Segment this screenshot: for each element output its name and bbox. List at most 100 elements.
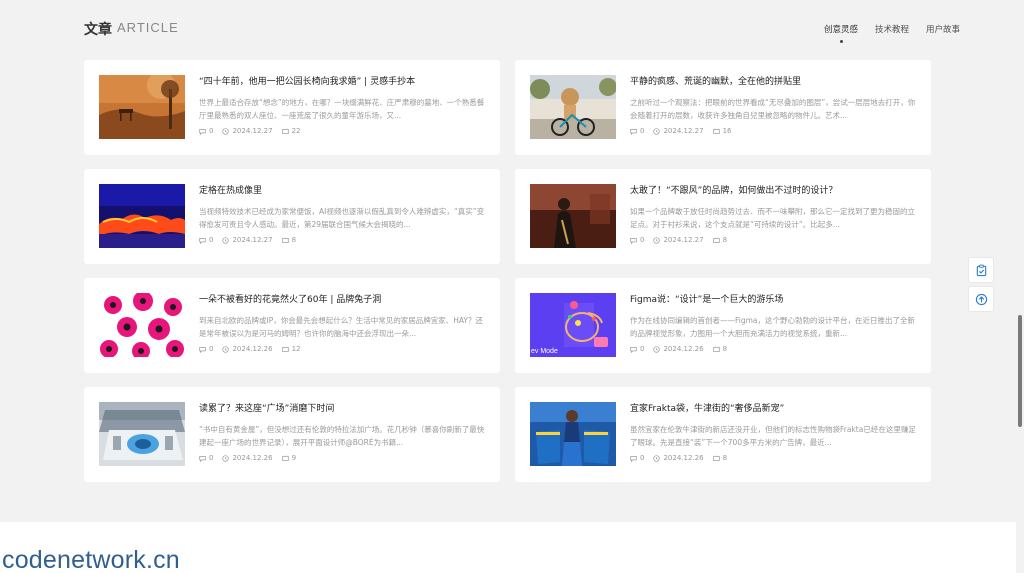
article-card[interactable]: 一朵不被看好的花竟然火了60年 | 品牌兔子洞 到来自北欧的品牌或IP，你会最先… [84,278,500,373]
comment-count: 0 [640,236,645,244]
vertical-scrollbar[interactable] [1016,0,1024,573]
comment-icon [630,237,637,244]
article-meta: 0 2024.12.27 8 [630,236,727,244]
article-excerpt: 当视频特效技术已经成为家常便饭，AI视频也逐渐以假乱真到令人难辨虚实，“真实”变… [199,207,485,229]
article-title[interactable]: 太敢了！“不跟风”的品牌，如何做出不过时的设计？ [630,183,920,196]
article-meta: 0 2024.12.27 22 [199,127,300,135]
article-thumbnail[interactable] [530,402,616,466]
views-icon [712,128,720,134]
article-title[interactable]: 定格在热成像里 [199,183,489,196]
comment-count: 0 [640,345,645,353]
view-count: 8 [722,236,728,244]
comment-icon [199,346,206,353]
views-icon [281,237,289,243]
article-thumbnail[interactable] [99,184,185,248]
tab-tech-tutorials[interactable]: 技术教程 [875,23,909,35]
publish-date: 2024.12.27 [232,236,273,244]
article-meta: 0 2024.12.27 16 [630,127,731,135]
clock-icon [653,127,661,135]
comment-icon [199,237,206,244]
publish-date: 2024.12.26 [232,345,273,353]
article-excerpt: 之前听过一个观察法：把眼前的世界看成“无尽叠加的图层”，尝试一层层地去打开，你会… [630,98,916,120]
article-title[interactable]: 读累了？来这座“广场”消磨下时间 [199,401,489,414]
clipboard-icon [976,264,986,276]
view-count: 8 [722,345,728,353]
publish-date: 2024.12.26 [232,454,273,462]
views-icon [281,455,289,461]
article-meta: 0 2024.12.26 8 [630,454,727,462]
views-icon [712,455,720,461]
article-title[interactable]: “四十年前，他用一把公园长椅向我求婚” | 灵感手抄本 [199,74,489,87]
comment-icon [630,455,637,462]
arrow-up-icon [975,293,987,305]
clock-icon [222,236,230,244]
article-card[interactable]: 宜家Frakta袋，牛津街的“奢侈品新宠” 虽然宜家在伦敦牛津街的新店还没开业，… [515,387,931,482]
thumbnail-caption: ev Mode [531,348,558,355]
comment-icon [199,128,206,135]
clock-icon [222,345,230,353]
article-thumbnail[interactable] [99,75,185,139]
publish-date: 2024.12.27 [663,127,704,135]
article-excerpt: 如果一个品牌敢于放任时尚趋势过去、而不一味攀附，那么它一定找到了更为稳固的立足点… [630,207,915,229]
section-title: 文章 [84,22,112,38]
article-thumbnail[interactable] [99,293,185,357]
article-meta: 0 2024.12.26 8 [630,345,727,353]
article-thumbnail[interactable] [530,75,616,139]
article-meta: 0 2024.12.27 8 [199,236,296,244]
article-meta: 0 2024.12.26 9 [199,454,296,462]
view-count: 16 [722,127,732,135]
article-card[interactable]: 读累了？来这座“广场”消磨下时间 “书中自有黄金屋”，但没想过还有伦敦的特拉法加… [84,387,500,482]
article-excerpt: 虽然宜家在伦敦牛津街的新店还没开业，但他们的标志性购物袋Frakta已经在这里赚… [630,425,916,447]
comment-count: 0 [640,127,645,135]
article-title[interactable]: 一朵不被看好的花竟然火了60年 | 品牌兔子洞 [199,292,489,305]
tab-user-stories[interactable]: 用户故事 [926,23,960,35]
views-icon [281,346,289,352]
site-watermark: codenetwork.cn [2,546,180,573]
comment-count: 0 [209,454,214,462]
back-to-top-button[interactable] [968,286,994,312]
view-count: 9 [291,454,297,462]
publish-date: 2024.12.26 [663,454,704,462]
article-meta: 0 2024.12.26 12 [199,345,300,353]
article-title[interactable]: 平静的疯感、荒诞的幽默，全在他的拼贴里 [630,74,920,87]
clock-icon [653,236,661,244]
view-count: 12 [291,345,301,353]
article-title[interactable]: 宜家Frakta袋，牛津街的“奢侈品新宠” [630,401,920,414]
article-card[interactable]: 太敢了！“不跟风”的品牌，如何做出不过时的设计？ 如果一个品牌敢于放任时尚趋势过… [515,169,931,264]
publish-date: 2024.12.27 [232,127,273,135]
comment-icon [199,455,206,462]
comment-icon [630,346,637,353]
comment-count: 0 [209,127,214,135]
publish-date: 2024.12.26 [663,345,704,353]
article-title[interactable]: Figma说：“设计”是一个巨大的游乐场 [630,292,920,305]
view-count: 8 [722,454,728,462]
tab-creative-inspiration[interactable]: 创意灵感 [824,23,858,43]
clipboard-button[interactable] [968,257,994,283]
comment-count: 0 [209,236,214,244]
views-icon [712,346,720,352]
article-thumbnail[interactable] [530,184,616,248]
article-excerpt: 世界上最适合存放“想念”的地方，在哪？一块缀满鲜花、庄严肃穆的墓地、一个熟悉餐厅… [199,98,485,120]
article-excerpt: 到来自北欧的品牌或IP，你会最先会想起什么？生活中常见的家居品牌宜家、HAY？还… [199,316,484,338]
article-excerpt: “书中自有黄金屋”，但没想过还有伦敦的特拉法加广场。花几秒钟（慕喜你刷新了最快建… [199,425,485,447]
views-icon [281,128,289,134]
clock-icon [653,454,661,462]
article-card[interactable]: 定格在热成像里 当视频特效技术已经成为家常便饭，AI视频也逐渐以假乱真到令人难辨… [84,169,500,264]
comment-count: 0 [209,345,214,353]
category-tabs: 创意灵感 技术教程 用户故事 [824,23,960,43]
article-card[interactable]: “四十年前，他用一把公园长椅向我求婚” | 灵感手抄本 世界上最适合存放“想念”… [84,60,500,155]
comment-icon [630,128,637,135]
article-card[interactable]: ev Mode Figma说：“设计”是一个巨大的游乐场 作为在线协同编辑的首创… [515,278,931,373]
view-count: 8 [291,236,297,244]
section-header: 文章 ARTICLE 创意灵感 技术教程 用户故事 [84,18,960,43]
scrollbar-thumb[interactable] [1018,315,1022,427]
article-card[interactable]: 平静的疯感、荒诞的幽默，全在他的拼贴里 之前听过一个观察法：把眼前的世界看成“无… [515,60,931,155]
comment-count: 0 [640,454,645,462]
view-count: 22 [291,127,301,135]
clock-icon [222,127,230,135]
clock-icon [222,454,230,462]
views-icon [712,237,720,243]
article-thumbnail[interactable]: ev Mode [530,293,616,357]
article-excerpt: 作为在线协同编辑的首创者——Figma，这个野心勃勃的设计平台，在近日推出了全新… [630,316,916,338]
article-thumbnail[interactable] [99,402,185,466]
